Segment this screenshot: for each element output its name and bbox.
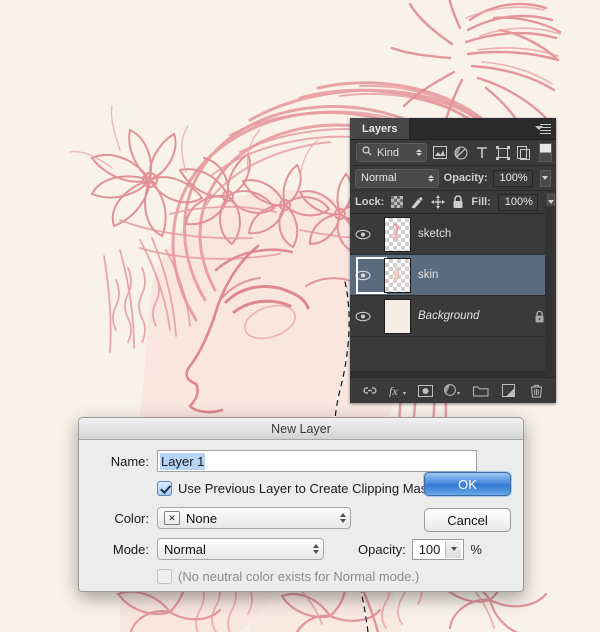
add-layer-mask-icon[interactable] <box>416 382 434 400</box>
fill-value-field[interactable]: 100% <box>497 193 538 211</box>
dialog-title: New Layer <box>271 421 331 436</box>
layer-thumbnail[interactable] <box>376 298 418 334</box>
dialog-title-bar[interactable]: New Layer <box>79 418 523 440</box>
layer-thumbnail-image <box>383 257 411 293</box>
layer-name-value: Layer 1 <box>160 452 206 470</box>
cancel-button[interactable]: Cancel <box>424 508 511 532</box>
lock-transparency-icon[interactable] <box>391 195 404 209</box>
name-label: Name: <box>110 453 149 469</box>
filter-adjustment-icon[interactable] <box>452 144 469 161</box>
layer-name-input[interactable]: Layer 1 <box>157 450 477 472</box>
ok-button-label: OK <box>458 476 477 492</box>
layer-mode-value: Normal <box>164 541 206 557</box>
neutral-color-checkbox <box>157 569 172 584</box>
photoshop-screen: Layers Kind Normal Opacity: 100% Lock: F… <box>0 0 600 632</box>
panel-menu-lines <box>540 124 551 136</box>
cancel-button-label: Cancel <box>447 512 488 528</box>
layers-panel-footer: fx <box>350 377 556 403</box>
filter-shape-icon[interactable] <box>494 144 511 161</box>
dialog-buttons: OK Cancel <box>424 472 511 544</box>
opacity-slider-caret-icon[interactable] <box>539 169 551 187</box>
opacity-value-field[interactable]: 100% <box>492 169 533 187</box>
dialog-opacity-label: Opacity: <box>358 541 406 557</box>
panel-tab-bar: Layers <box>350 118 556 140</box>
table-row[interactable]: sketch <box>350 214 556 255</box>
fill-label: Fill: <box>471 196 491 208</box>
layer-style-fx-icon[interactable]: fx <box>389 382 407 400</box>
layer-color-value: None <box>186 510 218 526</box>
table-row[interactable]: Background <box>350 296 556 337</box>
filter-kind-label: Kind <box>377 146 400 159</box>
layer-color-spinner <box>332 513 346 523</box>
layer-name[interactable]: Background <box>418 310 522 322</box>
neutral-color-row: (No neutral color exists for Normal mode… <box>157 569 509 584</box>
layer-thumbnail-image <box>383 216 411 252</box>
ok-button[interactable]: OK <box>424 472 511 496</box>
layer-filter-row: Kind <box>350 140 556 166</box>
layer-visibility-toggle[interactable] <box>350 229 376 240</box>
layers-panel: Layers Kind Normal Opacity: 100% Lock: F… <box>350 118 556 403</box>
filter-pixel-icon[interactable] <box>431 144 448 161</box>
filter-enable-toggle[interactable] <box>539 143 552 162</box>
filter-smart-object-icon[interactable] <box>515 144 532 161</box>
new-layer-icon[interactable] <box>499 382 517 400</box>
blend-mode-row: Normal Opacity: 100% <box>350 166 556 191</box>
layer-list-empty-space <box>350 337 556 371</box>
blend-mode-select[interactable]: Normal <box>355 168 439 188</box>
lock-label: Lock: <box>355 196 385 208</box>
fill-value: 100% <box>504 196 533 208</box>
thumbnail-selection-frame <box>356 257 387 294</box>
filter-kind-spinner <box>416 149 422 156</box>
color-none-icon: ✕ <box>164 511 180 525</box>
clipping-mask-label: Use Previous Layer to Create Clipping Ma… <box>178 481 434 496</box>
new-group-icon[interactable] <box>472 382 490 400</box>
layer-thumbnail-image <box>383 298 411 334</box>
panel-menu-icon[interactable] <box>535 123 551 134</box>
neutral-color-note: (No neutral color exists for Normal mode… <box>178 569 420 584</box>
layer-mode-select[interactable]: Normal <box>157 538 324 560</box>
tab-layers[interactable]: Layers <box>350 118 411 139</box>
link-layers-icon[interactable] <box>361 382 379 400</box>
layer-thumbnail[interactable] <box>356 257 418 294</box>
lock-position-icon[interactable] <box>431 195 446 209</box>
lock-icon <box>535 310 543 322</box>
layer-color-select[interactable]: ✕ None <box>157 507 351 529</box>
layer-list: sketch skin Background <box>350 214 556 371</box>
dialog-body: Name: Layer 1 Use Previous Layer to Crea… <box>79 440 523 584</box>
lock-image-pixels-icon[interactable] <box>410 195 424 209</box>
table-row[interactable]: skin <box>350 255 556 296</box>
new-fill-adjustment-icon[interactable] <box>444 382 462 400</box>
opacity-value: 100% <box>499 172 528 184</box>
search-icon <box>362 146 372 159</box>
tab-layers-label: Layers <box>362 122 398 135</box>
filter-type-icon[interactable] <box>473 144 490 161</box>
new-layer-dialog: New Layer Name: Layer 1 Use Previous Lay… <box>78 417 524 592</box>
svg-text:fx: fx <box>389 384 398 397</box>
layer-name[interactable]: sketch <box>418 228 522 240</box>
eye-icon <box>355 229 371 239</box>
color-label: Color: <box>114 510 149 526</box>
layer-thumbnail[interactable] <box>376 216 418 252</box>
panel-scrollbar[interactable] <box>545 206 556 378</box>
blend-mode-spinner <box>427 174 434 182</box>
lock-row: Lock: Fill: 100% <box>350 191 556 214</box>
blend-mode-value: Normal <box>361 172 397 184</box>
layer-name[interactable]: skin <box>418 269 522 281</box>
eye-icon <box>355 311 371 321</box>
name-field-row: Name: Layer 1 <box>93 450 509 472</box>
lock-all-icon[interactable] <box>452 195 464 209</box>
delete-layer-icon[interactable] <box>527 382 545 400</box>
mode-label: Mode: <box>112 541 149 557</box>
opacity-label: Opacity: <box>443 172 488 184</box>
layer-mode-spinner <box>305 544 319 554</box>
layer-visibility-toggle[interactable] <box>350 311 376 322</box>
clipping-mask-checkbox[interactable] <box>157 481 172 496</box>
filter-kind-select[interactable]: Kind <box>356 143 427 162</box>
